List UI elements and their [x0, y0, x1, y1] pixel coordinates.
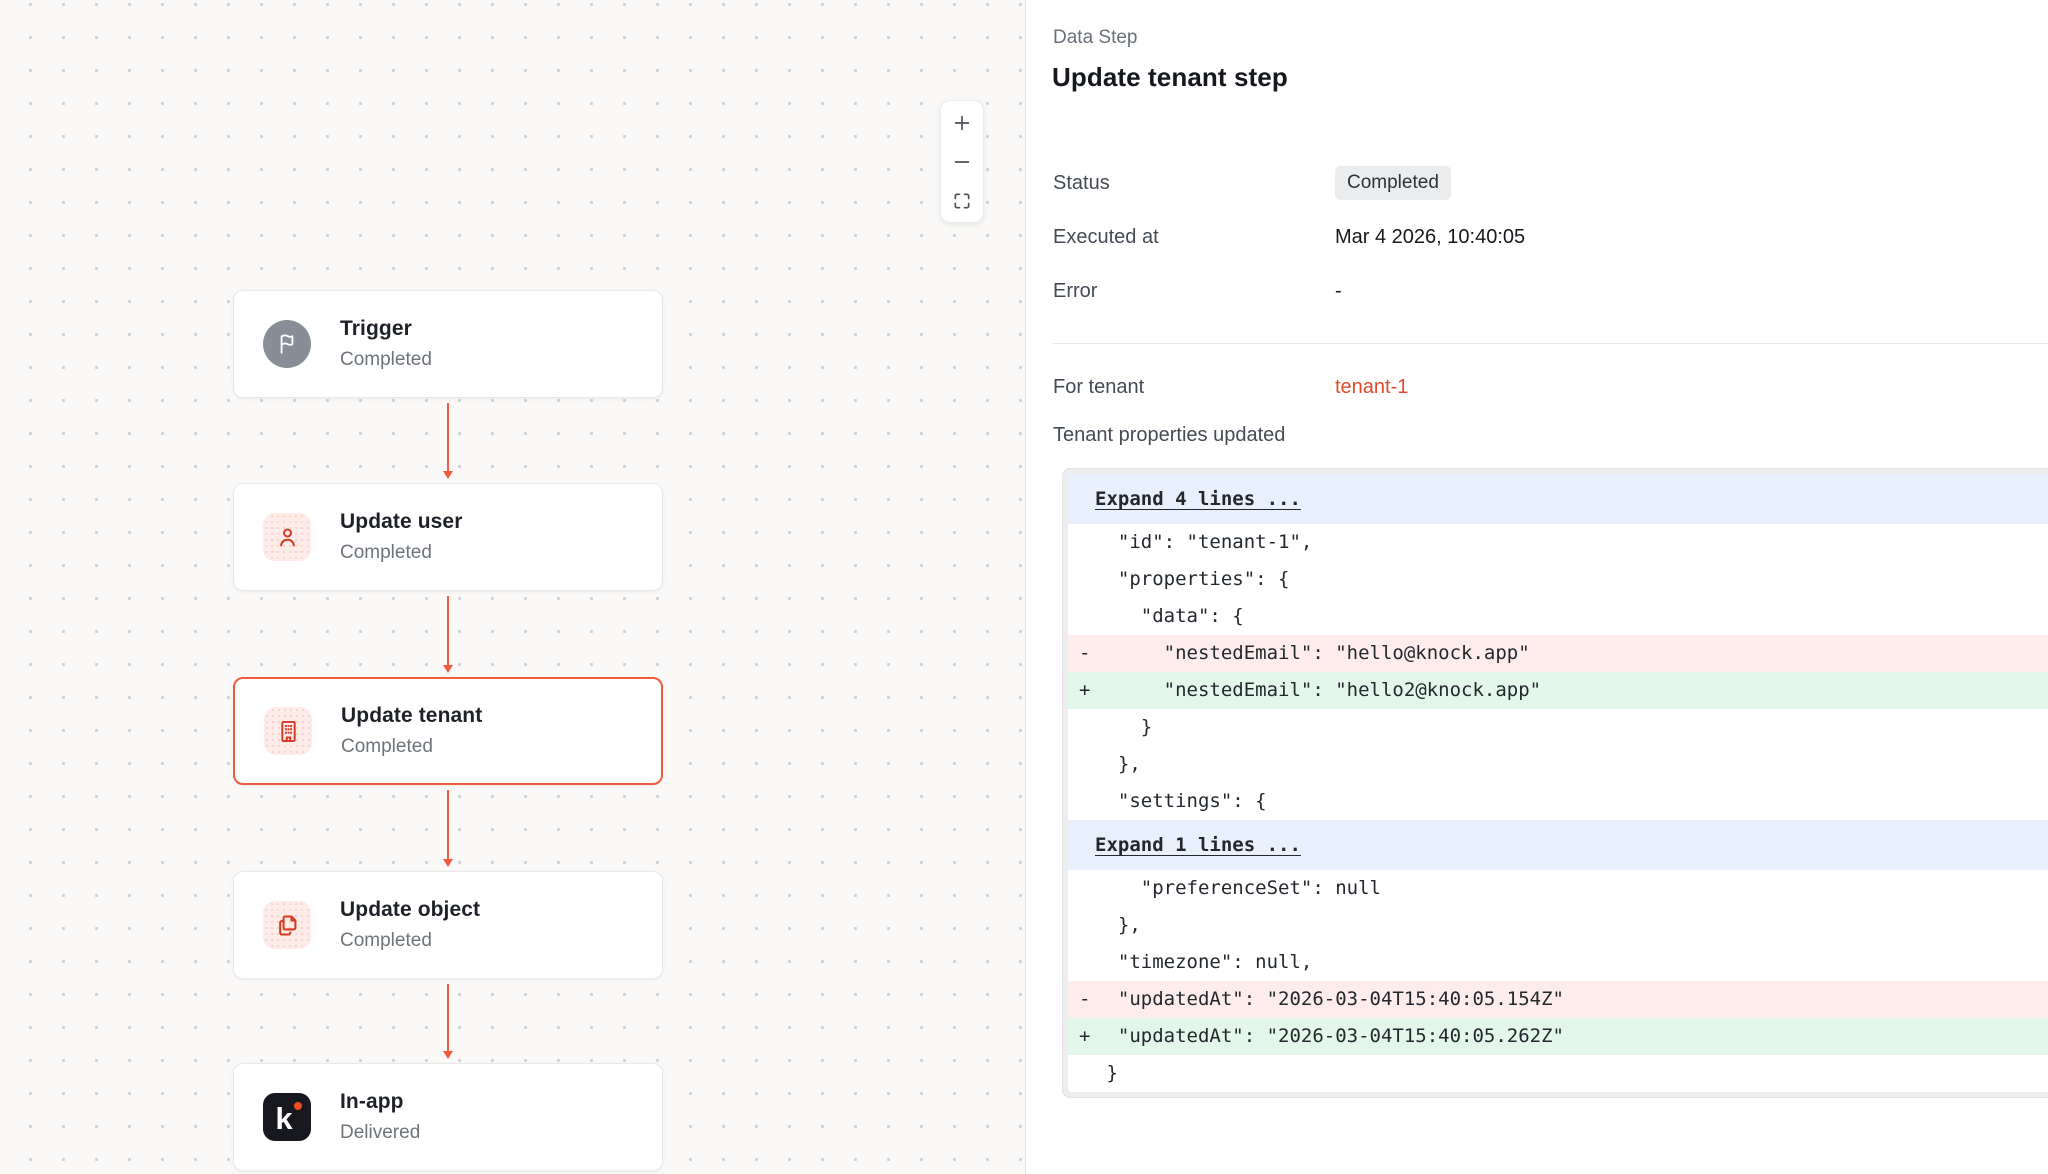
- node-title: Update object: [340, 898, 480, 922]
- diff-added-line: + "updatedAt": "2026-03-04T15:40:05.262Z…: [1068, 1018, 2048, 1055]
- zoom-out-button[interactable]: [941, 142, 983, 181]
- diff-removed-line: - "nestedEmail": "hello@knock.app": [1068, 635, 2048, 672]
- diff-expand-link[interactable]: Expand 1 lines ...: [1068, 820, 2048, 870]
- for-tenant-label: For tenant: [1053, 376, 1335, 399]
- diff-added-line: + "nestedEmail": "hello2@knock.app": [1068, 672, 2048, 709]
- diff-line-text: "updatedAt": "2026-03-04T15:40:05.262Z": [1095, 1025, 1564, 1047]
- node-status: Completed: [340, 349, 432, 371]
- diff-line-text: "id": "tenant-1",: [1095, 531, 1312, 553]
- zoom-in-icon: [951, 112, 973, 134]
- diff-line-text: },: [1095, 914, 1141, 936]
- diff-line-text: Expand 4 lines ...: [1095, 488, 1301, 510]
- tenant-diff-viewer[interactable]: Expand 4 lines ... "id": "tenant-1", "pr…: [1062, 468, 2048, 1098]
- added-marker: +: [1079, 672, 1090, 709]
- field-row-error: Error-: [1053, 272, 2048, 310]
- field-row-executed-at: Executed atMar 4 2026, 10:40:05: [1053, 218, 2048, 256]
- workflow-node-update-object[interactable]: Update object Completed: [233, 871, 663, 979]
- node-status: Completed: [340, 542, 462, 564]
- building-icon: [264, 707, 312, 755]
- diff-line-text: "nestedEmail": "hello@knock.app": [1095, 642, 1530, 664]
- node-title: In-app: [340, 1090, 420, 1114]
- diff-removed-line: - "updatedAt": "2026-03-04T15:40:05.154Z…: [1068, 981, 2048, 1018]
- workflow-node-update-user[interactable]: Update user Completed: [233, 483, 663, 591]
- field-label: Executed at: [1053, 226, 1335, 249]
- diff-line-text: Expand 1 lines ...: [1095, 834, 1301, 856]
- diff-context-line: "id": "tenant-1",: [1068, 524, 2048, 561]
- removed-marker: -: [1079, 635, 1090, 672]
- step-kicker: Data Step: [1053, 27, 1138, 49]
- for-tenant-row: For tenant tenant-1: [1053, 368, 2048, 406]
- object-icon: [263, 901, 311, 949]
- diff-content: Expand 4 lines ... "id": "tenant-1", "pr…: [1068, 474, 2048, 1092]
- workflow-canvas[interactable]: TriggerCompletedUpdate userCompletedUpda…: [0, 0, 1026, 1174]
- field-label: Error: [1053, 280, 1335, 303]
- node-status: Completed: [340, 930, 480, 952]
- status-badge: Completed: [1335, 166, 1451, 200]
- step-detail-panel: Data Step Update tenant step StatusCompl…: [1027, 0, 2048, 1174]
- knock-icon: k: [263, 1093, 311, 1141]
- field-value: Mar 4 2026, 10:40:05: [1335, 226, 1525, 249]
- fit-view-icon: [952, 191, 972, 211]
- step-title: Update tenant step: [1052, 62, 1288, 93]
- node-status: Delivered: [340, 1122, 420, 1144]
- diff-line-text: "data": {: [1095, 605, 1244, 627]
- diff-context-line: },: [1068, 746, 2048, 783]
- diff-context-line: "settings": {: [1068, 783, 2048, 820]
- diff-line-text: "timezone": null,: [1095, 951, 1312, 973]
- diff-context-line: "data": {: [1068, 598, 2048, 635]
- diff-context-line: "properties": {: [1068, 561, 2048, 598]
- diff-context-line: "preferenceSet": null: [1068, 870, 2048, 907]
- diff-expand-link[interactable]: Expand 4 lines ...: [1068, 474, 2048, 524]
- zoom-in-button[interactable]: [941, 103, 983, 142]
- flag-icon: [263, 320, 311, 368]
- diff-context-line: },: [1068, 907, 2048, 944]
- diff-context-line: }: [1068, 709, 2048, 746]
- diff-line-text: "properties": {: [1095, 568, 1289, 590]
- zoom-out-icon: [951, 151, 973, 173]
- workflow-node-trigger[interactable]: Trigger Completed: [233, 290, 663, 398]
- node-title: Update tenant: [341, 704, 482, 728]
- diff-line-text: "preferenceSet": null: [1095, 877, 1381, 899]
- diff-line-text: "settings": {: [1095, 790, 1267, 812]
- diff-line-text: "nestedEmail": "hello2@knock.app": [1095, 679, 1541, 701]
- node-title: Trigger: [340, 317, 432, 341]
- workflow-node-update-tenant[interactable]: Update tenant Completed: [233, 677, 663, 785]
- diff-line-text: "updatedAt": "2026-03-04T15:40:05.154Z": [1095, 988, 1564, 1010]
- removed-marker: -: [1079, 981, 1090, 1018]
- diff-line-text: },: [1095, 753, 1141, 775]
- diff-context-line: "timezone": null,: [1068, 944, 2048, 981]
- fit-view-button[interactable]: [941, 181, 983, 220]
- step-fields: StatusCompleted Executed atMar 4 2026, 10…: [1053, 164, 2048, 326]
- node-title: Update user: [340, 510, 462, 534]
- diff-context-line: }: [1068, 1055, 2048, 1092]
- diff-line-text: }: [1095, 716, 1152, 738]
- diff-line-text: }: [1095, 1062, 1118, 1084]
- field-row-status: StatusCompleted: [1053, 164, 2048, 202]
- tenant-link[interactable]: tenant-1: [1335, 376, 1408, 399]
- canvas-zoom-toolbar: [940, 100, 984, 223]
- user-icon: [263, 513, 311, 561]
- diff-section-title: Tenant properties updated: [1053, 424, 1285, 447]
- added-marker: +: [1079, 1018, 1090, 1055]
- field-label: Status: [1053, 172, 1335, 195]
- node-status: Completed: [341, 736, 482, 758]
- field-value: -: [1335, 280, 1342, 303]
- workflow-node-in-app[interactable]: k In-app Delivered: [233, 1063, 663, 1171]
- section-divider: [1053, 343, 2048, 344]
